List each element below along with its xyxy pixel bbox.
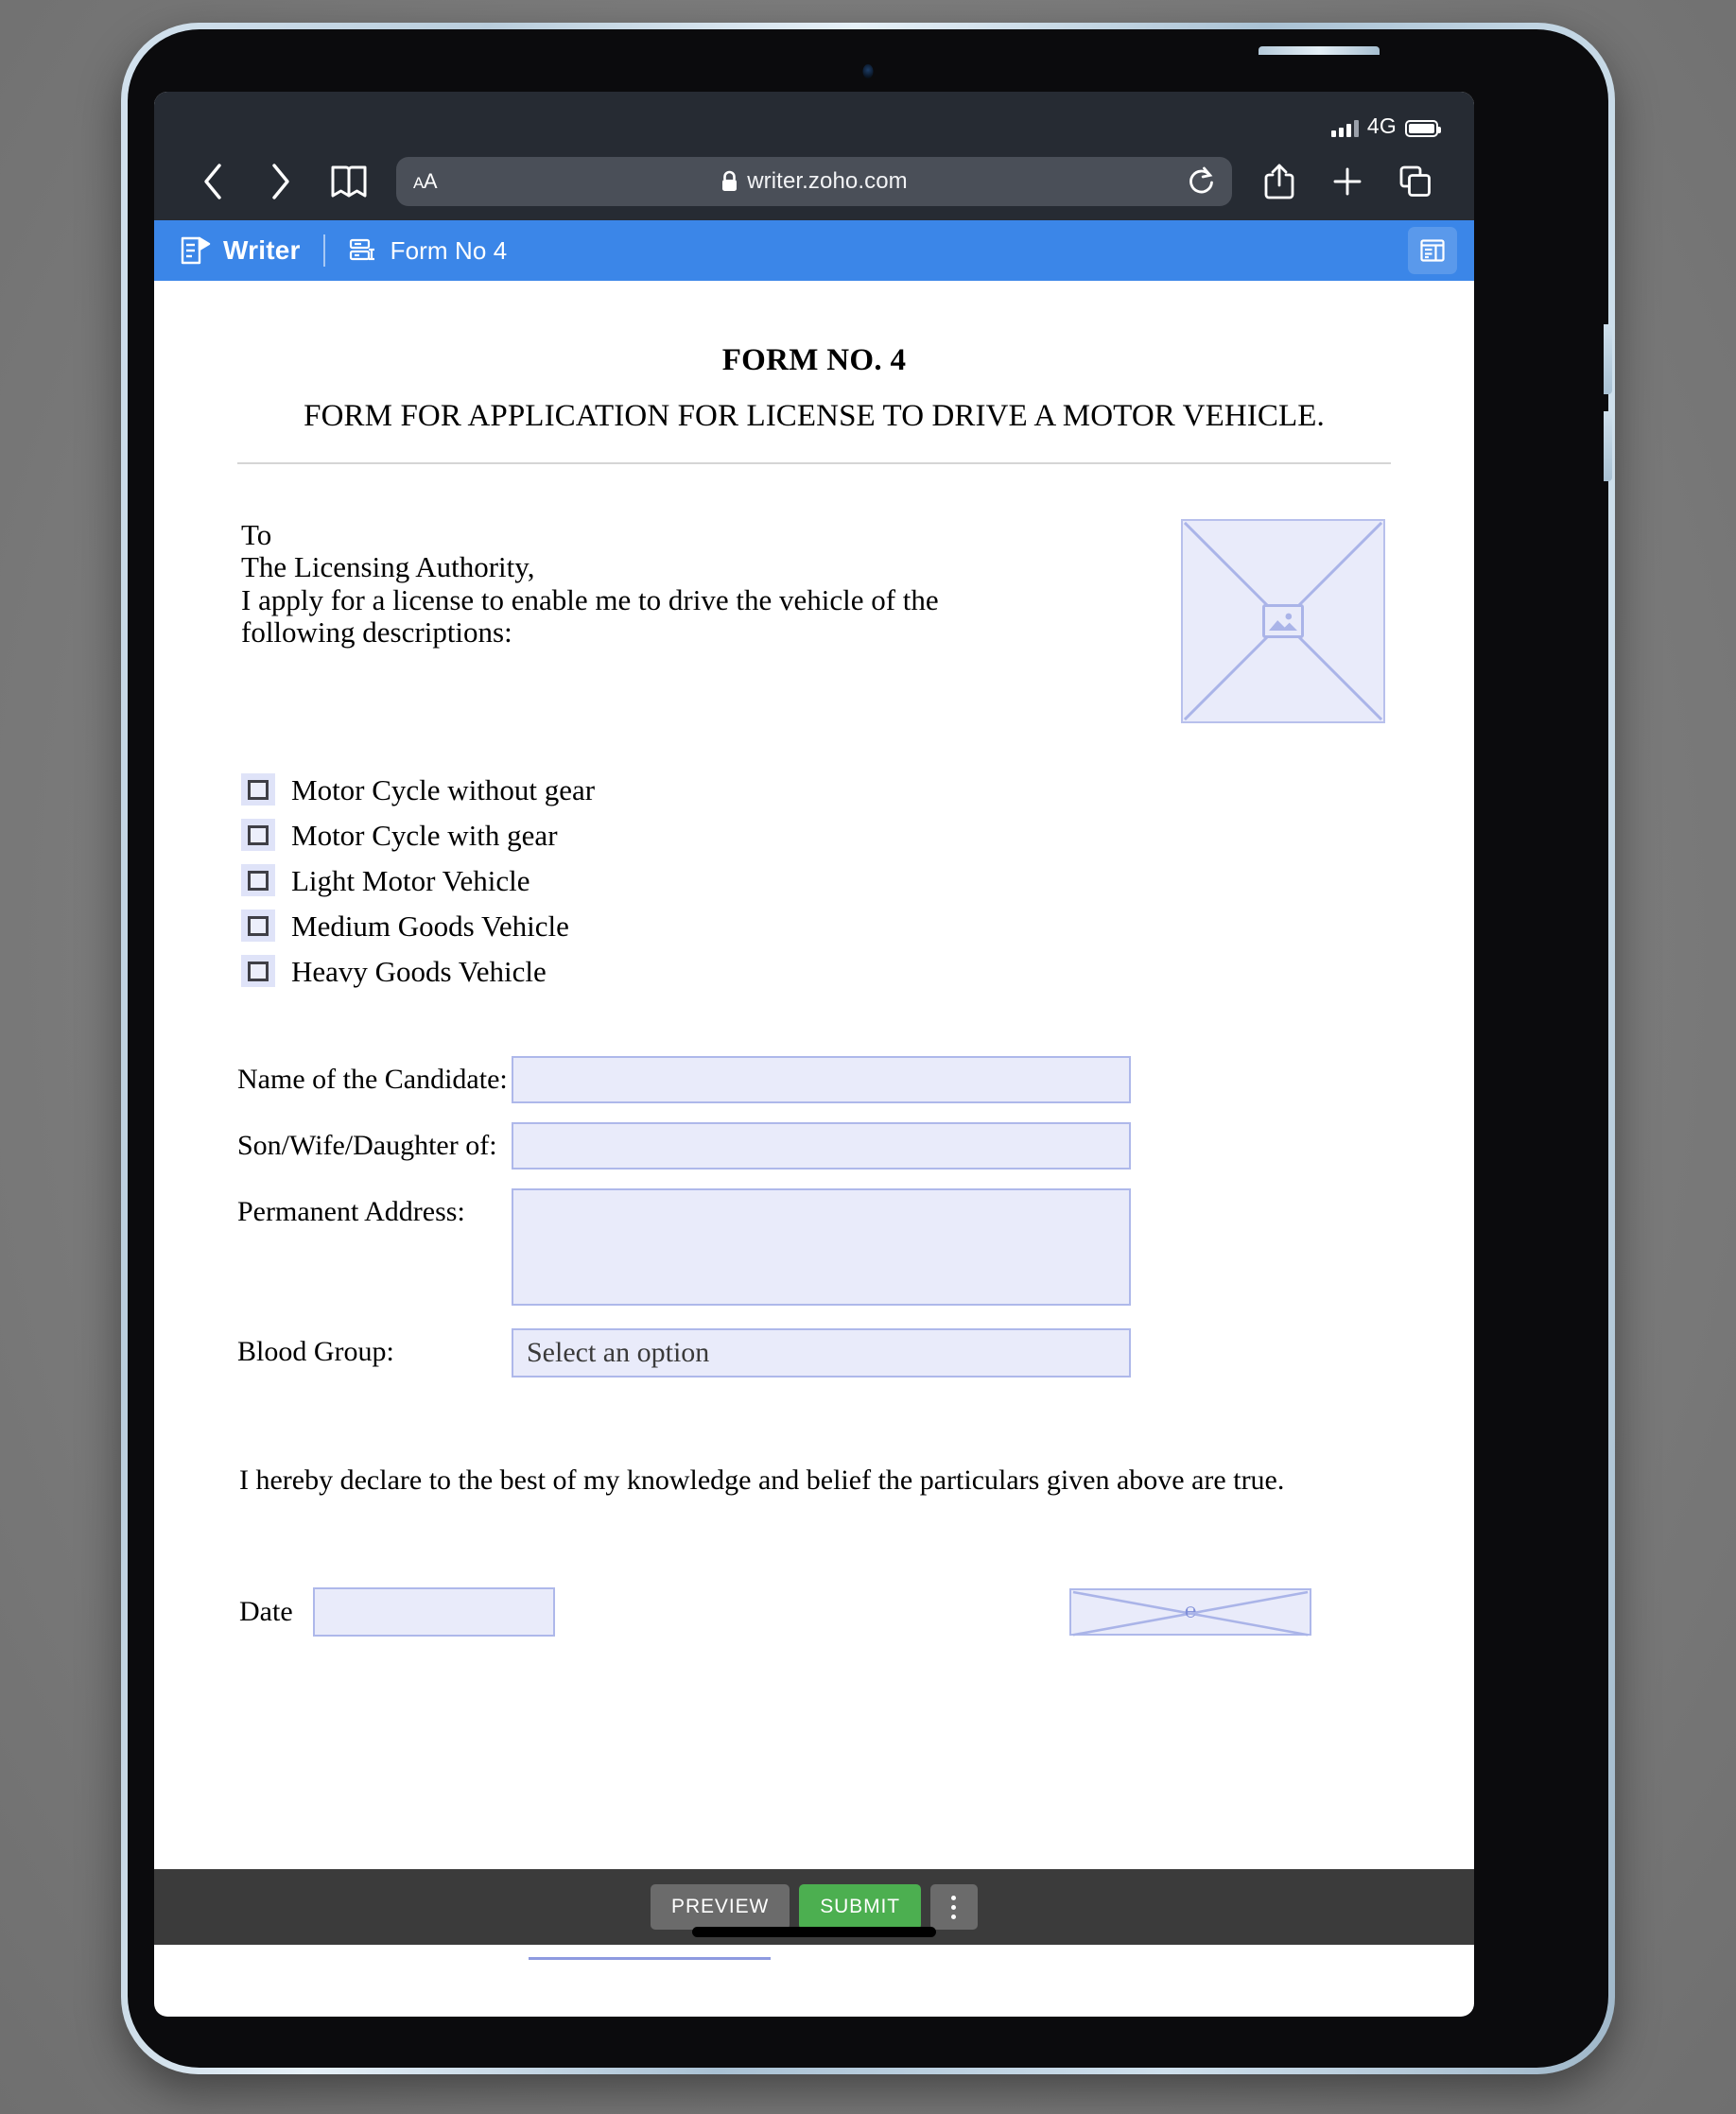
app-header: Writer Form No 4 [154,220,1474,281]
tablet-screen: 4G AA writer.zoho.com Writer Form No 4 F… [154,92,1474,2017]
volume-down-button[interactable] [1604,411,1612,481]
field-row-address: Permanent Address: [237,1188,1393,1306]
writer-document-icon [181,236,211,265]
reload-button[interactable] [1187,165,1215,198]
checkbox-row[interactable]: Heavy Goods Vehicle [241,948,1393,994]
tabs-icon[interactable] [1381,153,1450,210]
url-text: writer.zoho.com [747,168,908,194]
new-tab-icon[interactable] [1313,153,1381,210]
header-divider [322,234,325,267]
checkbox-label: Light Motor Vehicle [291,863,530,897]
back-button[interactable] [179,153,247,210]
declaration-text: I hereby declare to the best of my knowl… [239,1464,1285,1496]
form-fields: Name of the Candidate: Son/Wife/Daughter… [235,1056,1393,1378]
checkbox-row[interactable]: Light Motor Vehicle [241,858,1393,903]
forward-button[interactable] [247,153,315,210]
vehicle-class-checkbox-list: Motor Cycle without gear Motor Cycle wit… [235,767,1393,994]
checkbox-input[interactable] [241,955,275,987]
checkbox-row[interactable]: Motor Cycle without gear [241,767,1393,812]
panel-layout-icon[interactable] [1408,227,1457,274]
relation-input[interactable] [512,1122,1131,1170]
address-block: To The Licensing Authority, I apply for … [235,518,1049,723]
preview-button[interactable]: PREVIEW [651,1884,790,1930]
address-bar[interactable]: AA writer.zoho.com [396,157,1232,206]
address-textarea[interactable] [512,1188,1131,1306]
share-icon[interactable] [1245,153,1313,210]
checkbox-input[interactable] [241,773,275,806]
form-layout-icon [349,238,374,261]
field-row-name: Name of the Candidate: [237,1056,1393,1103]
checkbox-label: Motor Cycle with gear [291,818,558,852]
image-placeholder-icon [1262,604,1304,638]
address-line: I apply for a license to enable me to dr… [241,582,939,616]
title-divider [237,462,1391,464]
document-chip[interactable]: Form No 4 [348,236,508,266]
more-vertical-icon[interactable] [929,1884,978,1930]
blood-group-select[interactable]: Select an option [512,1328,1131,1378]
date-input[interactable] [313,1587,555,1637]
submit-button[interactable]: SUBMIT [799,1884,921,1930]
field-label: Permanent Address: [237,1196,465,1227]
signature-field[interactable]: ℮ [1069,1588,1311,1637]
date-label: Date [239,1596,293,1628]
power-button[interactable] [1259,46,1380,55]
checkbox-label: Heavy Goods Vehicle [291,954,547,988]
tablet-bezel: 4G AA writer.zoho.com Writer Form No 4 F… [128,29,1612,2068]
battery-icon [1405,120,1441,137]
document-title: Form No 4 [390,235,508,265]
address-line: following descriptions: [241,615,512,650]
page-title: FORM NO. 4 [721,343,907,377]
name-input[interactable] [512,1056,1131,1103]
volume-up-button[interactable] [1604,324,1612,394]
checkbox-input[interactable] [241,819,275,851]
photo-upload-placeholder[interactable] [1181,519,1385,723]
checkbox-row[interactable]: Motor Cycle with gear [241,812,1393,858]
declaration-section: I hereby declare to the best of my knowl… [235,1464,1393,1497]
field-row-blood-group: Blood Group: Select an option [237,1328,1393,1378]
address-section: To The Licensing Authority, I apply for … [235,518,1393,723]
address-line: The Licensing Authority, [241,550,535,584]
desktop-backdrop: 4G AA writer.zoho.com Writer Form No 4 F… [0,0,1736,2114]
checkbox-label: Motor Cycle without gear [291,772,596,806]
date-underline [529,1957,771,1960]
document-canvas: FORM NO. 4 FORM FOR APPLICATION FOR LICE… [154,281,1474,1960]
checkbox-label: Medium Goods Vehicle [291,909,569,943]
text-size-button[interactable]: AA [413,169,438,194]
signature-icon: ℮ [1184,1599,1197,1622]
field-label: Name of the Candidate: [237,1064,508,1095]
field-label: Blood Group: [237,1336,394,1367]
field-row-parent: Son/Wife/Daughter of: [237,1122,1393,1170]
page-subtitle: FORM FOR APPLICATION FOR LICENSE TO DRIV… [304,399,1325,433]
browser-toolbar: AA writer.zoho.com [154,143,1474,220]
tablet-device: 4G AA writer.zoho.com Writer Form No 4 F… [121,23,1615,2074]
signal-bars-icon [1330,120,1359,137]
checkbox-input[interactable] [241,864,275,896]
address-line: To [241,518,272,551]
home-indicator[interactable] [692,1927,936,1937]
checkbox-input[interactable] [241,910,275,942]
network-type-label: 4G [1366,113,1397,138]
field-label: Son/Wife/Daughter of: [237,1130,497,1161]
checkbox-row[interactable]: Medium Goods Vehicle [241,903,1393,948]
front-camera [862,64,874,78]
signature-section: Date ℮ [235,1587,1393,1637]
lock-icon [722,170,738,191]
app-brand[interactable]: Writer [179,234,301,267]
bookmarks-icon[interactable] [315,153,383,210]
form-action-toolbar: PREVIEW SUBMIT [154,1869,1474,1945]
app-name: Writer [223,235,301,265]
ios-status-bar: 4G [154,92,1474,143]
